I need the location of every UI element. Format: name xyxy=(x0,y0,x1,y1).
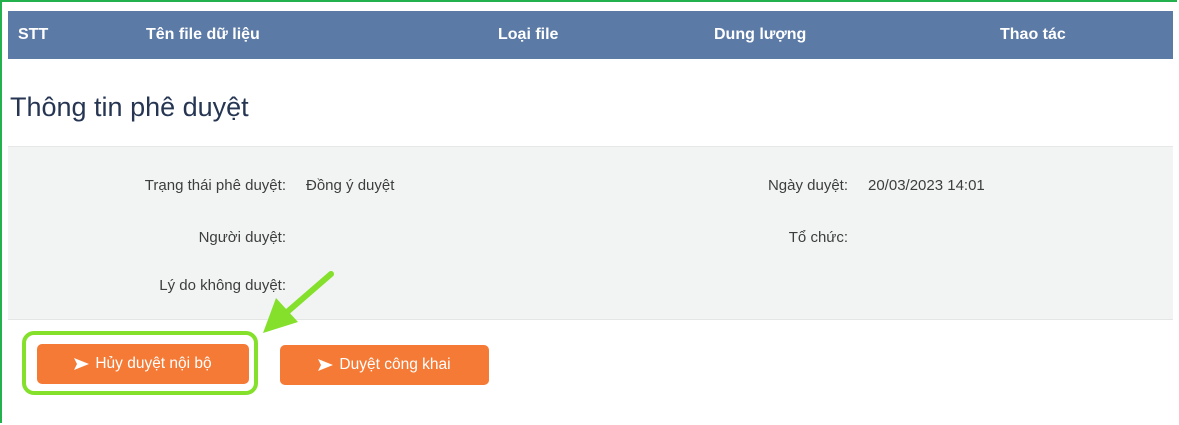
green-pointer-arrow-icon xyxy=(263,271,334,333)
